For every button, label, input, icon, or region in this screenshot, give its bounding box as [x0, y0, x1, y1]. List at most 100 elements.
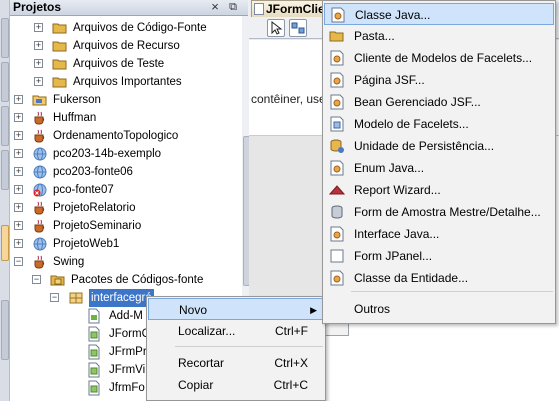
entity-class-icon — [329, 270, 345, 286]
expand-icon[interactable]: + — [14, 185, 23, 194]
collapse-icon[interactable]: − — [50, 293, 59, 302]
coffee-cup-icon — [32, 254, 48, 270]
submenu-item[interactable]: Form de Amostra Mestre/Detalhe... — [324, 201, 554, 223]
submenu-item[interactable]: Classe Java... — [324, 3, 554, 25]
submenu-item[interactable]: Cliente de Modelos de Facelets... — [324, 47, 554, 69]
tree-node-label: Arquivos de Teste — [73, 58, 165, 70]
submenu-item-label: Interface Java... — [354, 227, 440, 241]
java-enum-icon — [329, 160, 345, 176]
tree-node-label: Pacotes de Códigos-fonte — [71, 274, 204, 286]
context-menu-item[interactable]: Copiar Ctrl+C — [148, 374, 324, 396]
submenu-item[interactable]: Enum Java... — [324, 157, 554, 179]
expand-icon[interactable]: + — [34, 23, 43, 32]
submenu-item[interactable]: Outros — [324, 298, 554, 320]
report-wizard-icon — [328, 182, 346, 198]
submenu-item[interactable]: Unidade de Persistência... — [324, 135, 554, 157]
tree-node[interactable]: + pco-fonte07 — [10, 181, 232, 199]
context-menu-item[interactable]: Novo ▶ — [148, 298, 324, 320]
side-tab-palette[interactable] — [1, 225, 9, 261]
context-menu-item[interactable]: Recortar Ctrl+X — [148, 352, 324, 374]
tree-node-label: JFrmVi — [109, 364, 146, 376]
submenu-item-label: Página JSF... — [354, 73, 425, 87]
submenu-item[interactable]: Report Wizard... — [324, 179, 554, 201]
connection-mode-button[interactable] — [289, 19, 307, 37]
tree-node[interactable]: + ProjetoSeminario — [10, 217, 232, 235]
expand-icon[interactable]: + — [34, 41, 43, 50]
side-tab-files[interactable] — [1, 62, 9, 102]
expand-icon[interactable]: + — [34, 77, 43, 86]
folder-icon — [52, 56, 68, 72]
facelets-template-icon — [329, 116, 345, 132]
submenu-item[interactable]: Pasta... — [324, 25, 554, 47]
folder-icon — [329, 28, 345, 44]
tree-node[interactable]: + pco203-14b-exemplo — [10, 145, 232, 163]
shortcut-label: Ctrl+C — [273, 378, 308, 392]
expand-icon[interactable]: + — [14, 131, 23, 140]
tree-node-label: ProjetoWeb1 — [53, 238, 120, 250]
submenu-item[interactable]: Página JSF... — [324, 69, 554, 91]
package-folder-icon — [50, 272, 66, 288]
tree-node-label: Arquivos de Recurso — [73, 40, 180, 52]
expand-icon[interactable]: + — [14, 95, 23, 104]
tree-node-label: pco203-fonte06 — [53, 166, 133, 178]
project-folder-icon — [32, 92, 48, 108]
expand-icon[interactable]: + — [14, 203, 23, 212]
tree-node[interactable]: + ProjetoRelatorio — [10, 199, 232, 217]
side-tab-services[interactable] — [1, 106, 9, 146]
expand-icon[interactable]: + — [14, 167, 23, 176]
tree-node-label: ProjetoRelatorio — [53, 202, 136, 214]
java-interface-icon — [329, 226, 345, 242]
restore-window-icon[interactable]: ⧉ — [226, 0, 240, 15]
package-icon — [68, 290, 84, 306]
collapse-icon[interactable]: − — [14, 257, 23, 266]
java-form-icon — [254, 3, 264, 15]
submenu-item[interactable]: Interface Java... — [324, 223, 554, 245]
coffee-cup-icon — [32, 110, 48, 126]
coffee-cup-icon — [32, 128, 48, 144]
tree-node-label: JfrmFo — [109, 382, 145, 394]
shortcut-label: Ctrl+F — [275, 324, 308, 338]
context-menu-item-label: Novo — [179, 303, 208, 317]
new-submenu: Classe Java... Pasta... Cliente de Modelos… — [322, 0, 556, 324]
projects-panel-header: Projetos × ⧉ — [10, 0, 248, 16]
expand-icon[interactable]: + — [14, 239, 23, 248]
menu-separator — [175, 346, 323, 347]
submenu-item-label: Classe Java... — [355, 8, 431, 22]
left-activity-strip — [0, 0, 10, 401]
expand-icon[interactable]: + — [14, 221, 23, 230]
tree-node[interactable]: − Pacotes de Códigos-fonte — [10, 271, 232, 289]
expand-icon[interactable]: + — [14, 149, 23, 158]
folder-icon — [52, 20, 68, 36]
tree-node[interactable]: + Arquivos de Teste — [10, 55, 232, 73]
tree-node-label: pco203-14b-exemplo — [53, 148, 162, 160]
globe-icon — [32, 236, 48, 252]
tree-node[interactable]: + Arquivos Importantes — [10, 73, 232, 91]
close-icon[interactable]: × — [208, 0, 222, 15]
expand-icon[interactable]: + — [14, 113, 23, 122]
context-menu-item[interactable]: Localizar... Ctrl+F — [148, 320, 324, 342]
submenu-item[interactable]: Bean Gerenciado JSF... — [324, 91, 554, 113]
tree-node[interactable]: + Huffman — [10, 109, 232, 127]
shortcut-label: Ctrl+X — [274, 356, 308, 370]
collapse-icon[interactable]: − — [32, 275, 41, 284]
side-tab-navigator[interactable] — [1, 150, 9, 190]
globe-error-icon — [32, 182, 48, 198]
submenu-item[interactable]: Classe da Entidade... — [324, 267, 554, 289]
side-tab-projects[interactable] — [1, 18, 9, 58]
tree-node[interactable]: + pco203-fonte06 — [10, 163, 232, 181]
submenu-item[interactable]: Form JPanel... — [324, 245, 554, 267]
folder-icon — [52, 38, 68, 54]
tree-node[interactable]: + Fukerson — [10, 91, 232, 109]
tree-node[interactable]: + Arquivos de Código-Fonte — [10, 19, 232, 37]
tree-node[interactable]: + Arquivos de Recurso — [10, 37, 232, 55]
globe-icon — [32, 146, 48, 162]
tree-node[interactable]: + OrdenamentoTopologico — [10, 127, 232, 145]
submenu-item[interactable]: Modelo de Facelets... — [324, 113, 554, 135]
expand-icon[interactable]: + — [34, 59, 43, 68]
tree-node[interactable]: + ProjetoWeb1 — [10, 235, 232, 253]
tree-node[interactable]: − Swing — [10, 253, 232, 271]
submenu-item-label: Form JPanel... — [354, 249, 433, 263]
selection-mode-button[interactable] — [267, 19, 285, 37]
editor-tab[interactable]: JFormClie — [251, 0, 323, 17]
side-tab-output[interactable] — [1, 300, 9, 360]
